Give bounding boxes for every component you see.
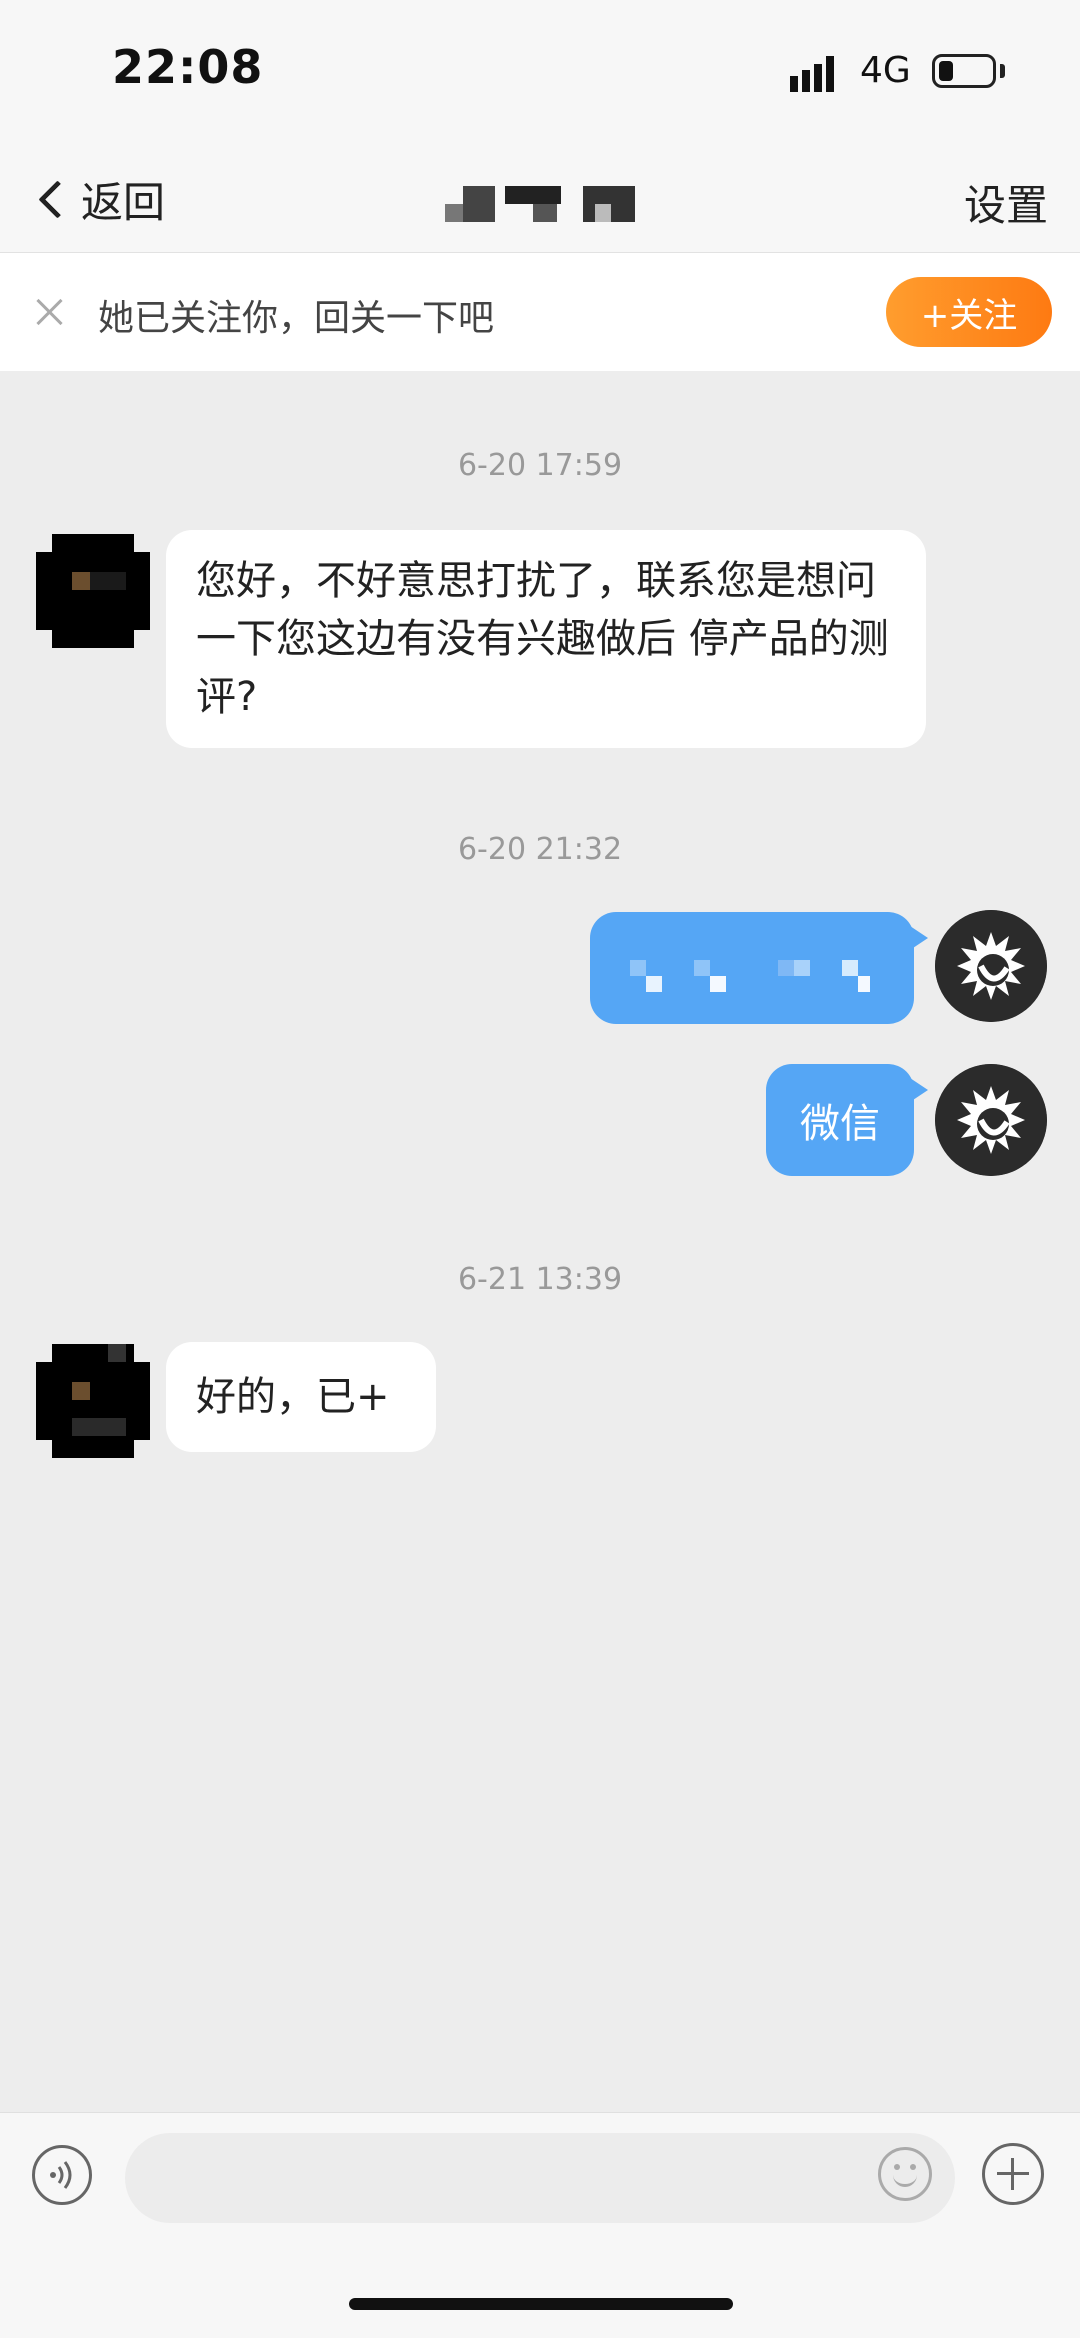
close-icon[interactable] [32,295,66,329]
message-input[interactable] [125,2133,955,2223]
chat-title-redacted [445,186,635,222]
home-indicator [349,2298,733,2310]
chat-list[interactable]: 6-20 17:59 您好，不好意思打扰了，联系您是想问一下您这边有没有兴趣做后… [0,372,1080,2112]
emoji-eye [894,2164,900,2170]
status-bar: 22:08 4G [0,0,1080,150]
message-bubble-incoming[interactable]: 好的，已+ [166,1342,436,1452]
message-bubble-outgoing[interactable]: 微信 [766,1064,928,1176]
back-button[interactable]: 返回 [30,164,165,234]
emoji-mouth [893,2172,917,2187]
my-avatar[interactable] [935,1064,1047,1176]
timestamp: 6-21 13:39 [457,1262,623,1297]
emoji-button[interactable] [878,2147,932,2201]
follow-button[interactable]: +关注 [886,277,1052,347]
timestamp: 6-20 17:59 [457,448,623,483]
follow-prompt: 她已关注你，回关一下吧 [98,298,495,339]
contact-avatar[interactable] [36,534,150,648]
battery-cap [1000,64,1005,78]
settings-button[interactable]: 设置 [964,172,1048,233]
message-bubble-incoming[interactable]: 您好，不好意思打扰了，联系您是想问一下您这边有没有兴趣做后 停产品的测评? [166,530,926,748]
message-bubble-outgoing[interactable] [590,912,928,1024]
signal-icon [790,56,834,92]
contact-avatar[interactable] [36,1344,150,1458]
chevron-left-icon [38,179,77,219]
redacted-message-content [630,960,870,992]
add-attachment-button[interactable] [982,2143,1044,2205]
status-time: 22:08 [112,40,264,94]
timestamp: 6-20 21:32 [457,832,623,867]
follow-banner: 她已关注你，回关一下吧 +关注 [0,253,1080,371]
battery-icon [932,54,996,88]
nav-bar: 返回 设置 [0,150,1080,253]
back-label: 返回 [81,177,166,227]
network-type: 4G [860,50,911,91]
voice-icon [50,2161,72,2189]
voice-input-button[interactable] [32,2145,92,2205]
my-avatar[interactable] [935,910,1047,1022]
emoji-eye [910,2164,916,2170]
